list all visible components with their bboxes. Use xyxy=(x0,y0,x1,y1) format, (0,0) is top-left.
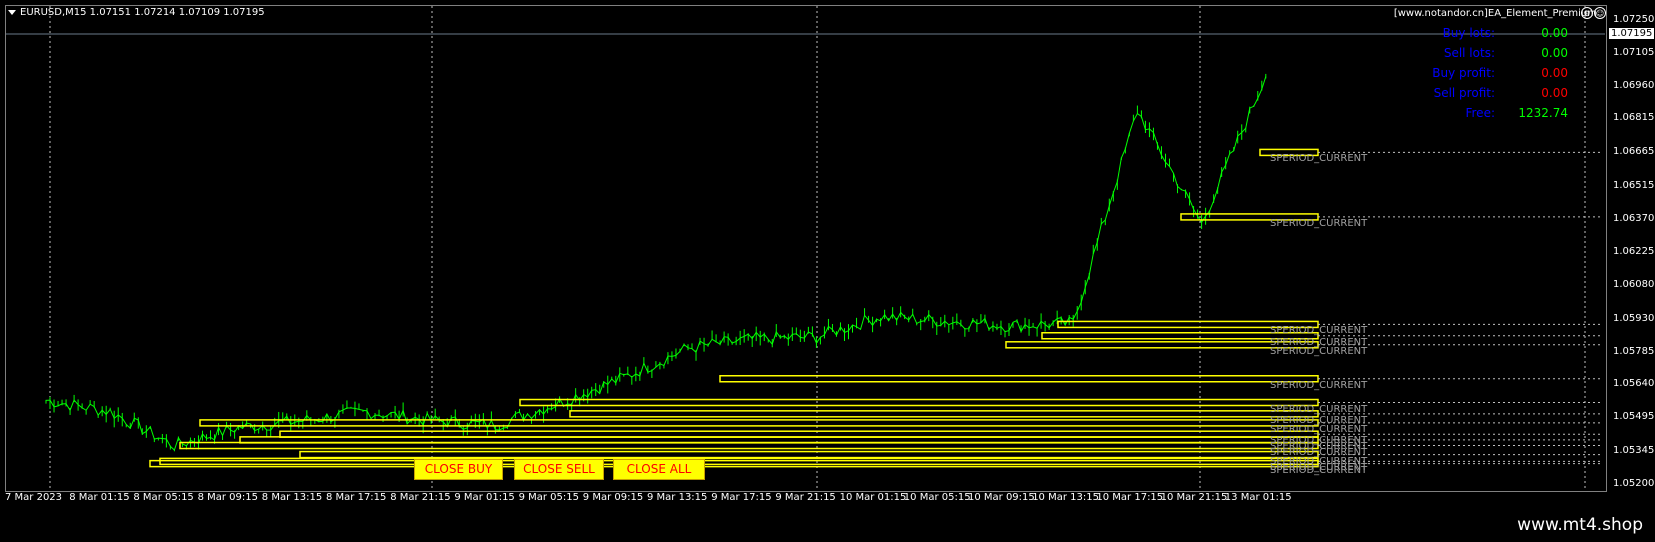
price-tick-label: 1.06815 xyxy=(1613,112,1655,124)
time-tick-label: 8 Mar 21:15 xyxy=(390,492,451,503)
time-tick-label: 9 Mar 01:15 xyxy=(454,492,515,503)
close-buy-button[interactable]: CLOSE BUY xyxy=(414,459,503,480)
level-label: SPERIOD_CURRENT xyxy=(1270,153,1368,165)
level-label: SPERIOD_CURRENT xyxy=(1270,325,1368,337)
price-tick-label: 1.07250 xyxy=(1613,14,1655,25)
chart-title: EURUSD,M15 1.07151 1.07214 1.07109 1.071… xyxy=(8,7,265,18)
level-label: SPERIOD_CURRENT xyxy=(1270,379,1368,391)
price-tick-label: 1.06225 xyxy=(1613,246,1655,257)
time-tick-label: 9 Mar 17:15 xyxy=(711,492,772,503)
ea-smiley-icon: ☺ xyxy=(1594,7,1606,19)
price-tick-label: 1.06515 xyxy=(1613,180,1655,192)
time-tick-label: 8 Mar 05:15 xyxy=(133,492,194,503)
level-label: SPERIOD_CURRENT xyxy=(1270,217,1368,229)
time-tick-label: 10 Mar 17:15 xyxy=(1096,492,1164,503)
time-tick-label: 9 Mar 21:15 xyxy=(775,492,836,503)
price-tick-label: 1.05495 xyxy=(1613,411,1655,423)
price-tick-label: 1.06960 xyxy=(1613,79,1655,91)
ea-settings-icon[interactable]: ⚙ xyxy=(1581,7,1593,19)
ea-name: [www.notandor.cn]EA_Element_Premium xyxy=(1393,8,1597,19)
level-label: SPERIOD_CURRENT xyxy=(1270,464,1368,476)
free-margin-value: 1232.74 xyxy=(1518,106,1568,120)
time-tick-label: 10 Mar 13:15 xyxy=(1032,492,1099,503)
chart-menu-arrow-icon[interactable] xyxy=(8,9,16,15)
time-tick-label: 8 Mar 01:15 xyxy=(69,492,130,503)
close-sell-button[interactable]: CLOSE SELL xyxy=(514,459,604,480)
bottom-bar: www.mt4.shop xyxy=(0,510,1655,542)
time-tick-label: 8 Mar 13:15 xyxy=(261,492,323,503)
time-tick-label: 9 Mar 05:15 xyxy=(518,492,579,503)
time-tick-label: 10 Mar 01:15 xyxy=(839,492,907,503)
price-tick-label: 1.06370 xyxy=(1613,213,1655,225)
close-all-button[interactable]: CLOSE ALL xyxy=(613,459,705,480)
free-margin-label: Free: xyxy=(1465,106,1495,120)
time-tick-label: 10 Mar 21:15 xyxy=(1160,492,1228,503)
time-tick-label: 8 Mar 09:15 xyxy=(197,492,258,503)
sell-profit-value: 0.00 xyxy=(1541,86,1568,100)
time-tick-label: 9 Mar 09:15 xyxy=(582,492,644,503)
level-label: SPERIOD_CURRENT xyxy=(1270,403,1368,415)
price-tick-label: 1.05785 xyxy=(1613,345,1655,357)
buy-profit-value: 0.00 xyxy=(1541,66,1568,80)
time-tick-label: 8 Mar 17:15 xyxy=(326,492,387,503)
watermark: www.mt4.shop xyxy=(1517,515,1643,535)
buy-profit-label: Buy profit: xyxy=(1432,66,1495,80)
price-tick-label: 1.05930 xyxy=(1613,312,1655,324)
time-tick-label: 13 Mar 01:15 xyxy=(1224,492,1292,503)
price-tick-label: 1.07105 xyxy=(1613,46,1655,58)
price-tick-label: 1.05640 xyxy=(1613,378,1655,390)
level-label: SPERIOD_CURRENT xyxy=(1270,423,1368,435)
time-tick-label: 7 Mar 2023 xyxy=(5,492,63,503)
price-tick-label: 1.06080 xyxy=(1613,278,1655,290)
time-tick-label: 9 Mar 13:15 xyxy=(647,492,708,503)
price-tick-label: 1.05200 xyxy=(1613,478,1655,489)
sell-lots-label: Sell lots: xyxy=(1443,46,1495,60)
level-label: SPERIOD_CURRENT xyxy=(1270,345,1368,357)
price-tick-label: 1.05345 xyxy=(1613,445,1655,457)
time-tick-label: 10 Mar 05:15 xyxy=(903,492,971,503)
chart-window: EURUSD,M15 1.07151 1.07214 1.07109 1.071… xyxy=(0,0,1655,510)
buy-lots-label: Buy lots: xyxy=(1442,26,1495,40)
price-tick-label: 1.06665 xyxy=(1613,146,1655,158)
sell-profit-label: Sell profit: xyxy=(1433,86,1495,100)
sell-lots-value: 0.00 xyxy=(1541,46,1568,60)
time-tick-label: 10 Mar 09:15 xyxy=(968,492,1035,503)
symbol-ohlc: EURUSD,M15 1.07151 1.07214 1.07109 1.071… xyxy=(20,7,265,18)
buy-lots-value: 0.00 xyxy=(1541,26,1568,40)
current-price-tag: 1.07195 xyxy=(1609,28,1655,39)
